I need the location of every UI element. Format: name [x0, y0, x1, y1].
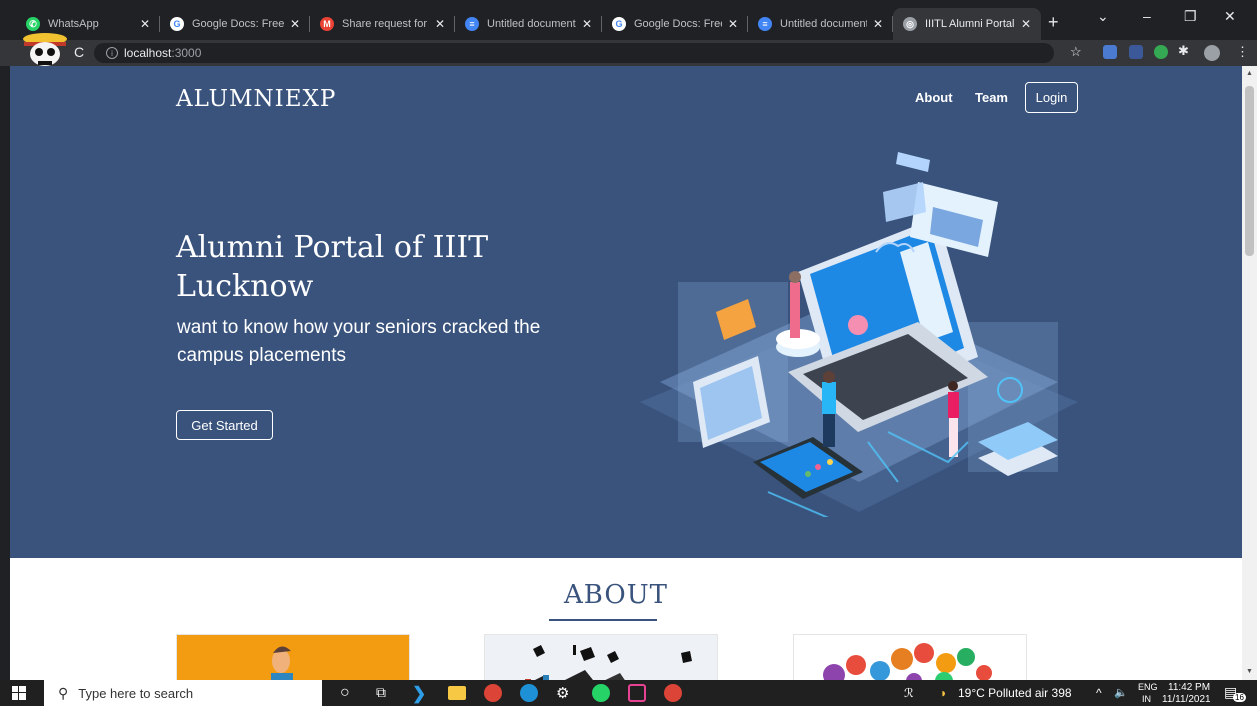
- url-host: localhost: [124, 46, 172, 60]
- hero-section: ALUMNIEXP About Team Login Alumni Portal…: [10, 66, 1242, 558]
- close-tab-icon[interactable]: ✕: [435, 17, 445, 31]
- close-tab-icon[interactable]: ✕: [582, 17, 592, 31]
- laptop-illustration: [640, 152, 1078, 517]
- task-view-icon[interactable]: ⧉: [376, 684, 394, 702]
- site-info-icon[interactable]: i: [106, 47, 118, 59]
- edge-icon[interactable]: [520, 684, 538, 702]
- windows-start-icon[interactable]: [12, 686, 26, 700]
- browser-tab-title: Google Docs: Free On: [634, 18, 722, 30]
- extension-trello-icon[interactable]: [1129, 45, 1143, 59]
- weather-text[interactable]: 19°C Polluted air 398: [958, 686, 1072, 700]
- docs-icon: ≡: [758, 17, 772, 31]
- bookmark-star-icon[interactable]: ☆: [1070, 44, 1082, 60]
- clock-time[interactable]: 11:42 PM: [1168, 682, 1210, 693]
- chrome-profile-icon[interactable]: [664, 684, 682, 702]
- close-tab-icon[interactable]: ✕: [873, 17, 883, 31]
- new-tab-button[interactable]: +: [1048, 12, 1059, 33]
- about-card-image-3: [793, 634, 1027, 680]
- nav-about[interactable]: About: [915, 90, 953, 105]
- scroll-down-icon[interactable]: ▼: [1246, 668, 1253, 675]
- address-bar[interactable]: i localhost:3000: [94, 43, 1054, 63]
- google-icon: G: [170, 17, 184, 31]
- nav-team[interactable]: Team: [975, 90, 1008, 105]
- notification-count: 16: [1233, 693, 1246, 702]
- settings-gear-icon[interactable]: ⚙: [556, 684, 574, 702]
- network-people-illustration: [823, 643, 992, 680]
- browser-tab-title: Google Docs: Free On: [192, 18, 284, 30]
- about-card-image-1: [176, 634, 410, 680]
- browser-tab[interactable]: ◎ IIITL Alumni Portal ✕: [893, 8, 1041, 40]
- volume-icon[interactable]: 🔈: [1114, 686, 1128, 699]
- whatsapp-taskbar-icon[interactable]: [592, 684, 610, 702]
- tray-chevron-icon[interactable]: ^: [1096, 686, 1102, 700]
- taskbar-search-input[interactable]: ⚲ Type here to search: [44, 680, 322, 706]
- browser-menu-icon[interactable]: ⋮: [1236, 44, 1249, 60]
- about-underline: [549, 619, 657, 621]
- docs-icon: ≡: [465, 17, 479, 31]
- url-port: :3000: [171, 46, 202, 60]
- hero-subtitle: want to know how your seniors cracked th…: [177, 317, 541, 366]
- browser-tab[interactable]: G Google Docs: Free On ✕: [602, 8, 748, 40]
- tab-search-icon[interactable]: ⌄: [1097, 8, 1109, 25]
- globe-icon: ◎: [903, 17, 917, 31]
- extension-translate-icon[interactable]: [1103, 45, 1117, 59]
- about-card-image-2: [484, 634, 718, 680]
- google-icon: G: [612, 17, 626, 31]
- language-eng[interactable]: ENG: [1138, 682, 1158, 692]
- hero-title: Alumni Portal of IIIT Lucknow: [176, 230, 489, 304]
- close-window-icon[interactable]: ✕: [1224, 8, 1236, 25]
- language-in[interactable]: IN: [1142, 694, 1151, 704]
- close-tab-icon[interactable]: ✕: [728, 17, 738, 31]
- whatsapp-icon: ✆: [26, 17, 40, 31]
- search-icon: ⚲: [58, 684, 69, 701]
- weather-icon: ◗: [940, 686, 948, 700]
- clock-date[interactable]: 11/11/2021: [1162, 694, 1211, 705]
- browser-tab-title: Share request for "Un: [342, 18, 429, 30]
- restore-icon[interactable]: ❐: [1184, 8, 1197, 25]
- profile-avatar[interactable]: [1204, 45, 1220, 61]
- cortana-icon[interactable]: ○: [340, 684, 358, 702]
- login-button[interactable]: Login: [1025, 82, 1078, 113]
- scroll-up-icon[interactable]: ▲: [1246, 70, 1253, 77]
- extension-green-icon[interactable]: [1154, 45, 1168, 59]
- page-scrollbar[interactable]: ▲ ▼: [1242, 66, 1257, 680]
- file-explorer-icon[interactable]: [448, 686, 466, 700]
- person-illustration: [271, 646, 293, 680]
- get-started-button[interactable]: Get Started: [176, 410, 273, 440]
- page-viewport: ALUMNIEXP About Team Login Alumni Portal…: [0, 66, 1257, 680]
- terminal-icon[interactable]: [628, 684, 646, 702]
- browser-tab-title: Untitled document - G: [780, 18, 867, 30]
- browser-tab-strip: ✆ WhatsApp ✕ G Google Docs: Free On ✕ M Share r…: [0, 0, 1257, 40]
- close-tab-icon[interactable]: ✕: [140, 17, 150, 31]
- minimize-icon[interactable]: –: [1143, 8, 1151, 24]
- chrome-icon[interactable]: [484, 684, 502, 702]
- about-heading: ABOUT: [564, 580, 668, 610]
- people-icon[interactable]: ℛ: [904, 686, 914, 700]
- extensions-puzzle-icon[interactable]: ✱: [1178, 43, 1189, 59]
- search-placeholder: Type here to search: [78, 685, 194, 701]
- close-tab-icon[interactable]: ✕: [290, 17, 300, 31]
- browser-tab[interactable]: M Share request for "Un ✕: [310, 8, 455, 40]
- site-logo[interactable]: ALUMNIEXP: [176, 86, 336, 112]
- windows-taskbar: ⚲ Type here to search ○ ⧉ ❯ ⚙ ℛ ◗ 19°C P…: [0, 680, 1257, 706]
- graduation-caps-illustration: [525, 645, 692, 680]
- pirate-skull-icon: [23, 33, 67, 66]
- close-tab-icon[interactable]: ✕: [1021, 17, 1031, 31]
- vscode-icon[interactable]: ❯: [412, 684, 430, 703]
- browser-tab-title: Untitled document - G: [487, 18, 576, 30]
- gmail-icon: M: [320, 17, 334, 31]
- browser-tab[interactable]: G Google Docs: Free On ✕: [160, 8, 310, 40]
- reload-icon[interactable]: C: [74, 44, 84, 60]
- browser-tab[interactable]: ≡ Untitled document - G ✕: [455, 8, 602, 40]
- browser-tab[interactable]: ≡ Untitled document - G ✕: [748, 8, 893, 40]
- browser-tab-title: IIITL Alumni Portal: [925, 18, 1015, 30]
- scrollbar-thumb[interactable]: [1245, 86, 1254, 256]
- browser-tab-title: WhatsApp: [48, 18, 99, 30]
